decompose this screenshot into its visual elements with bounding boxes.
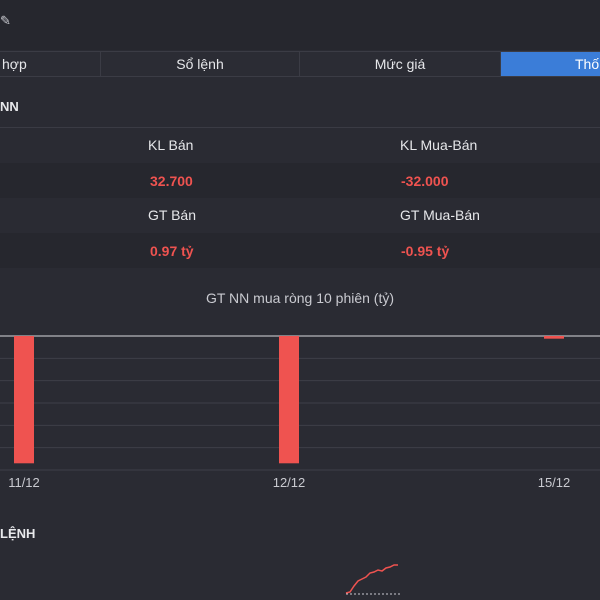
tab-muc-gia[interactable]: Mức giá <box>300 52 501 76</box>
kl-mua-ban-label: KL Mua-Bán <box>400 137 478 153</box>
stats-row-values-2 <box>0 233 600 268</box>
foreign-net-chart: 11/12 12/12 15/12 <box>0 335 600 490</box>
orders-section-title: LỆNH <box>0 526 36 541</box>
gt-mua-ban-value: -0.95 tỷ <box>401 243 450 259</box>
kl-ban-label: KL Bán <box>148 137 194 153</box>
chart-x-tick-label: 11/12 <box>8 475 40 490</box>
pencil-icon[interactable]: ✎ <box>0 12 14 30</box>
chart-bar <box>279 336 299 464</box>
chart-bar <box>544 336 564 339</box>
stats-row-labels-1 <box>0 127 600 164</box>
gt-mua-ban-label: GT Mua-Bán <box>400 207 480 223</box>
tab-so-lenh[interactable]: Sổ lệnh <box>101 52 300 76</box>
chart-title: GT NN mua ròng 10 phiên (tỷ) <box>205 290 395 306</box>
order-sparkline <box>345 564 400 595</box>
tab-khop[interactable]: hợp <box>0 52 101 76</box>
gt-ban-value: 0.97 tỷ <box>150 243 194 259</box>
tab-bar: hợp Sổ lệnh Mức giá Thố <box>0 51 600 77</box>
kl-mua-ban-value: -32.000 <box>401 173 449 189</box>
tab-thong-ke[interactable]: Thố <box>501 52 600 76</box>
chart-x-tick-label: 12/12 <box>273 475 306 490</box>
stats-row-values-1 <box>0 163 600 198</box>
chart-x-tick-label: 15/12 <box>538 475 571 490</box>
gt-ban-label: GT Bán <box>148 207 196 223</box>
foreign-section-title: NN <box>0 99 19 114</box>
chart-bar <box>14 336 34 464</box>
stats-row-labels-2 <box>0 198 600 233</box>
top-toolbar: ✎ <box>0 0 600 50</box>
kl-ban-value: 32.700 <box>150 173 193 189</box>
